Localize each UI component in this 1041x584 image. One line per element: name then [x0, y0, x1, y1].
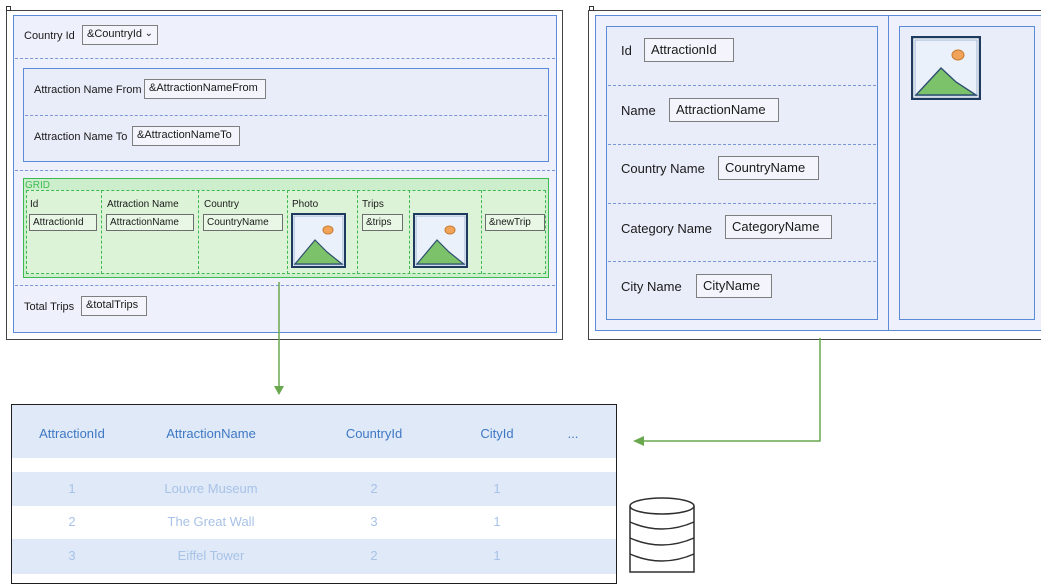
database-icon	[629, 497, 695, 573]
table-cell: 3	[370, 514, 378, 529]
table-row	[12, 472, 616, 506]
table-cell: 2	[370, 548, 378, 563]
column-header-city-id: CityId	[480, 426, 514, 441]
column-header-more: ...	[567, 426, 579, 441]
table-cell: 2	[68, 514, 76, 529]
table-cell: 3	[68, 548, 76, 563]
column-header-country-id: CountryId	[345, 426, 403, 441]
table-cell: Louvre Museum	[164, 481, 258, 496]
column-header-attraction-id: AttractionId	[39, 426, 105, 441]
table-cell: 1	[493, 548, 501, 563]
table-cell: 1	[493, 481, 501, 496]
column-header-attraction-name: AttractionName	[166, 426, 256, 441]
table-cell: 1	[68, 481, 76, 496]
table-cell: 2	[370, 481, 378, 496]
table-cell: Eiffel Tower	[177, 548, 245, 563]
table-cell: The Great Wall	[167, 514, 255, 529]
table-row	[12, 539, 616, 574]
table-cell: 1	[493, 514, 501, 529]
